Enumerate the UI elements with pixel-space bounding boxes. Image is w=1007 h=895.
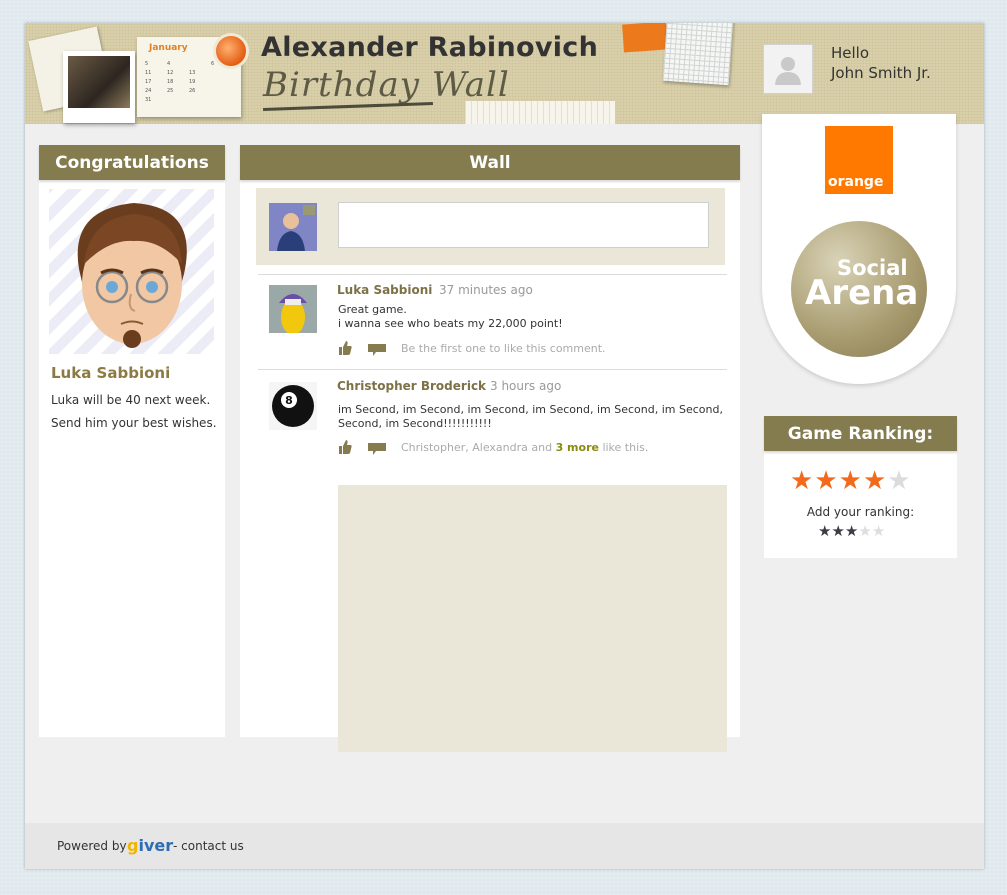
rate-star-icon[interactable]: ★ <box>818 522 831 540</box>
rate-star-icon[interactable]: ★ <box>872 522 885 540</box>
congratulations-header: Congratulations <box>39 145 225 180</box>
cartoon-face-icon <box>77 203 187 348</box>
orange-logo[interactable]: orange <box>825 126 893 194</box>
post-body: im Second, im Second, im Second, im Seco… <box>338 403 723 430</box>
family-photo <box>63 51 135 123</box>
like-thumb-icon[interactable] <box>338 440 352 457</box>
post-composer <box>256 188 725 265</box>
user-name[interactable]: John Smith Jr. <box>831 63 931 83</box>
post-body: Great game. i wanna see who beats my 22,… <box>338 303 563 330</box>
wall-post-input[interactable] <box>338 202 709 248</box>
rate-star-icon[interactable]: ★ <box>858 522 871 540</box>
likes-text[interactable]: Be the first one to like this comment. <box>401 342 606 355</box>
footer: Powered by giver - contact us <box>25 823 984 869</box>
svg-text:8: 8 <box>285 394 293 407</box>
sponsor-card: orange Social Arena <box>762 114 956 384</box>
wishes-text: Send him your best wishes. <box>51 416 217 430</box>
wall-panel: Wall Luka Sabbioni 37 minutes ago Great … <box>240 145 740 752</box>
star-icon: ★ <box>814 466 839 496</box>
post-actions: Be the first one to like this comment. <box>338 341 723 357</box>
embedded-content-area <box>338 485 727 752</box>
star-icon: ★ <box>790 466 815 496</box>
age-value: 40 <box>125 393 141 407</box>
social-arena-logo[interactable]: Social Arena <box>791 221 927 357</box>
likes-text: Christopher, Alexandra and 3 more like t… <box>401 441 649 454</box>
default-user-icon <box>775 57 801 85</box>
star-icon: ★ <box>862 466 888 496</box>
orange-tape-decoration <box>622 23 668 53</box>
user-greeting: Hello John Smith Jr. <box>831 43 931 83</box>
calendar-days: 546 11 12 13 17 18 19 24 25 26 31 <box>145 61 215 103</box>
birthday-message: Luka will be 40 next week. Send him your… <box>51 389 221 435</box>
star-icon: ★ <box>887 466 912 496</box>
contact-us-link[interactable]: - contact us <box>173 839 244 853</box>
average-rating-stars: ★★★★★ <box>790 466 912 496</box>
page-subtitle: Birthday Wall <box>262 65 510 111</box>
person-photo-icon <box>269 203 317 251</box>
add-ranking-label: Add your ranking: <box>806 505 915 519</box>
wall-post: Luka Sabbioni 37 minutes ago Great game.… <box>258 274 727 369</box>
post-author-avatar[interactable]: 8 <box>269 382 317 430</box>
powered-by-label: Powered by <box>57 839 127 853</box>
header-banner: January 546 11 12 13 17 18 19 24 25 26 31 Alex… <box>25 23 984 124</box>
user-avatar[interactable] <box>763 44 813 94</box>
page-title: Alexander Rabinovich <box>261 32 599 63</box>
star-icon: ★ <box>838 466 863 496</box>
grid-paper-decoration <box>662 23 734 86</box>
greeting-text: Hello <box>831 44 870 62</box>
giver-logo[interactable]: giver <box>127 836 173 855</box>
rate-star-icon[interactable]: ★ <box>831 522 844 540</box>
birthday-person-portrait <box>49 189 214 354</box>
comment-bubble-icon[interactable] <box>368 344 386 359</box>
post-author-name[interactable]: Christopher Broderick <box>337 379 486 393</box>
user-rating-stars: ★★★★★ <box>818 522 885 540</box>
post-timestamp: 3 hours ago <box>490 379 562 393</box>
comment-bubble-icon[interactable] <box>368 443 386 458</box>
page-frame: January 546 11 12 13 17 18 19 24 25 26 31 Alex… <box>25 23 984 869</box>
game-ranking-card: Game Ranking: ★★★★★ Add your ranking: ★★… <box>764 416 957 558</box>
post-timestamp: 37 minutes ago <box>439 283 533 297</box>
post-author-name[interactable]: Luka Sabbioni <box>337 283 432 297</box>
congratulations-panel: Congratulations Luka Sabbioni Luka will … <box>39 145 225 737</box>
birthday-person-name[interactable]: Luka Sabbioni <box>51 364 170 382</box>
current-user-avatar <box>269 203 317 251</box>
wall-header: Wall <box>240 145 740 180</box>
like-thumb-icon[interactable] <box>338 341 352 358</box>
game-ranking-header: Game Ranking: <box>764 416 957 451</box>
wall-post: 8 Christopher Broderick 3 hours ago im S… <box>258 369 727 470</box>
post-author-avatar[interactable] <box>269 285 317 335</box>
likes-more-link[interactable]: 3 more <box>556 441 599 454</box>
calendar-month: January <box>149 43 188 53</box>
award-ribbon-icon <box>213 33 249 69</box>
eight-ball-icon: 8 <box>269 382 317 430</box>
rate-star-icon[interactable]: ★ <box>845 522 858 540</box>
post-actions: Christopher, Alexandra and 3 more like t… <box>338 440 723 456</box>
tiger-mascot-icon <box>269 285 317 335</box>
